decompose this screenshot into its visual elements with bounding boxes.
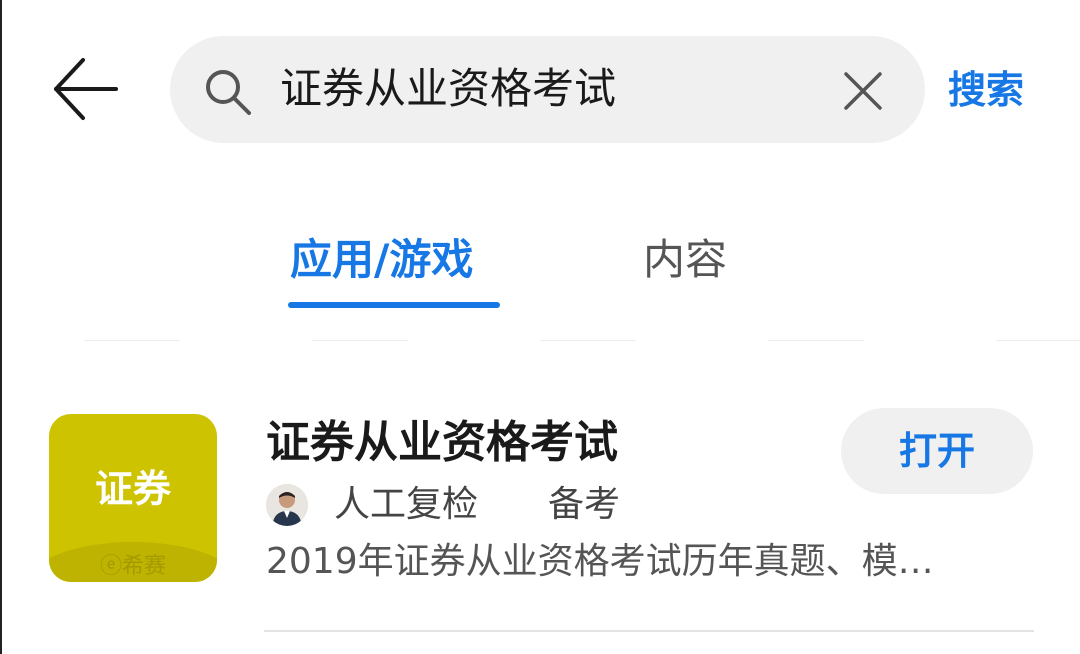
avatar [266,484,308,526]
close-icon [844,72,882,110]
tab-divider [312,340,408,341]
tag-manual-review: 人工复检 [334,484,479,525]
search-input[interactable] [280,56,800,122]
search-bar[interactable] [170,36,925,143]
clear-search-button[interactable] [842,70,884,112]
app-icon-brand: ⓔ希赛 [99,554,166,579]
tab-content[interactable]: 内容 [643,230,727,290]
app-description: 2019年证券从业资格考试历年真题、模… [266,541,934,582]
search-icon [206,70,251,115]
window-edge [0,0,2,654]
tab-divider [540,340,636,341]
app-icon[interactable]: 证券 ⓔ希赛 [49,414,217,582]
tab-apps-games[interactable]: 应用/游戏 [290,230,473,290]
row-divider [264,630,1034,632]
app-title[interactable]: 证券从业资格考试 [266,413,618,473]
tab-divider [84,340,180,341]
active-tab-indicator [288,302,500,308]
back-button[interactable] [50,56,120,122]
search-button[interactable]: 搜索 [948,64,1024,116]
app-icon-label: 证券 [94,467,171,511]
open-button[interactable]: 打开 [841,408,1033,494]
reviewer-avatar-icon [266,484,308,526]
tab-divider [996,340,1080,341]
tag-exam-prep: 备考 [548,484,621,525]
tab-divider [768,340,864,341]
arrow-left-icon [54,58,118,120]
